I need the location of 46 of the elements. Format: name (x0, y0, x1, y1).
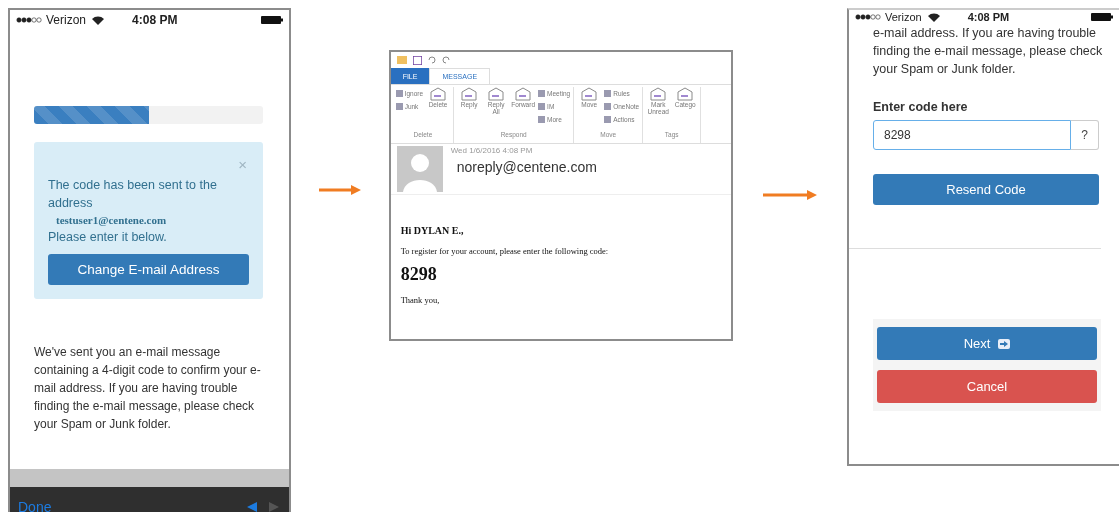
square-icon (395, 90, 403, 97)
message-date: Wed 1/6/2016 4:08 PM (450, 146, 534, 155)
wifi-icon (92, 15, 105, 25)
undo-icon[interactable] (427, 56, 436, 64)
code-input[interactable]: 8298 (873, 120, 1071, 150)
email-address: testuser1@centene.com (55, 213, 168, 228)
alert-text: The code has been sent to the address (48, 177, 218, 212)
done-button[interactable]: Done (18, 498, 52, 512)
arrow-icon (998, 338, 1011, 349)
alert-note: Please enter it below. (48, 229, 168, 246)
instructions-text: e-mail address. If you are having trouble finding the e-mail message, please check your Spam or Junk folder. (873, 25, 1104, 78)
wifi-icon (927, 12, 940, 22)
cancel-button[interactable]: Cancel (877, 370, 1097, 403)
right-arrow-icon (318, 185, 361, 195)
next-arrow-icon[interactable] (269, 501, 279, 512)
right-arrow-icon (763, 190, 818, 200)
sender-address: noreply@centene.com (455, 159, 597, 175)
square-icon (604, 116, 612, 123)
square-icon (538, 103, 546, 110)
resend-code-button[interactable]: Resend Code (873, 174, 1099, 205)
status-time: 4:08 PM (132, 13, 178, 27)
battery-icon (261, 16, 283, 24)
field-label: Enter code here (873, 100, 969, 114)
signal-icon (855, 14, 881, 20)
previous-arrow-icon[interactable] (247, 501, 257, 512)
closing-text: Thank you, (400, 295, 441, 305)
body-text: To register for your account, please enter the following code: (400, 246, 610, 256)
help-button[interactable]: ? (1071, 120, 1099, 150)
battery-icon (1091, 13, 1113, 21)
save-icon[interactable] (412, 55, 422, 65)
square-icon (538, 90, 546, 97)
square-icon (538, 116, 546, 123)
square-icon (604, 103, 612, 110)
square-icon (604, 90, 612, 97)
change-email-button[interactable]: Change E-mail Address (48, 254, 249, 285)
square-icon (395, 103, 403, 110)
redo-icon[interactable] (441, 56, 450, 64)
greeting-text: Hi DYLAN E., (400, 225, 465, 236)
carrier-name: Verizon (46, 13, 87, 27)
avatar-silhouette (396, 146, 443, 192)
verification-code: 8298 (400, 264, 438, 285)
carrier-name: Verizon (885, 11, 922, 23)
signal-icon (16, 17, 42, 23)
status-time: 4:08 PM (967, 11, 1010, 23)
next-button[interactable]: Next (877, 327, 1097, 360)
instructions-text: We've sent you an e-mail message containing a 4-digit code to confirm your e-mail address. If you are having trouble finding the e-mail message, please check your Spam or Junk folder. (34, 344, 262, 433)
